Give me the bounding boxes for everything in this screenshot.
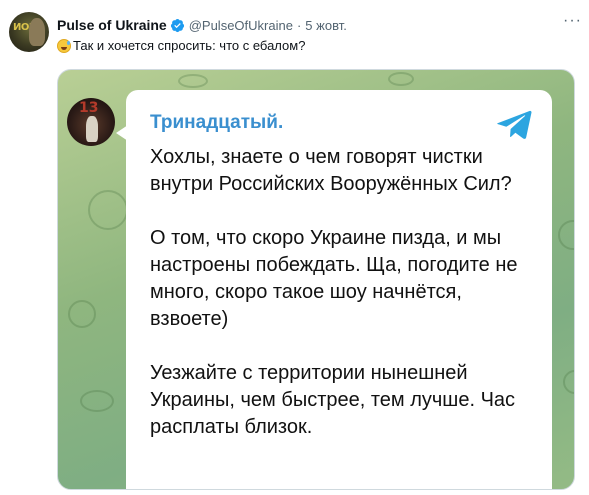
background-doodle — [178, 74, 208, 88]
message-paragraph: Хохлы, знаете о чем говорят чистки внутр… — [150, 146, 512, 195]
author-handle[interactable]: @PulseOfUkraine — [189, 18, 293, 33]
background-doodle — [563, 370, 574, 394]
tweet-media-image[interactable]: 13 Тринадцатый. Хохлы, знаете о чем гово… — [57, 69, 575, 490]
grinning-sweat-emoji — [57, 38, 71, 53]
author-avatar[interactable]: ИОЗ — [9, 12, 49, 52]
tweet-text-content: Так и хочется спросить: что с ебалом? — [73, 38, 306, 53]
verified-badge-icon — [170, 18, 184, 32]
background-doodle — [68, 300, 96, 328]
message-paragraph: Уезжайте с территории нынешней Украины, … — [150, 362, 516, 438]
background-doodle — [558, 220, 574, 250]
more-options-icon[interactable]: ··· — [563, 12, 582, 30]
background-doodle — [80, 390, 114, 412]
header-separator: · — [296, 17, 302, 33]
tweet-timestamp[interactable]: 5 жовт. — [305, 18, 347, 33]
message-text: Хохлы, знаете о чем говорят чистки внутр… — [150, 144, 530, 468]
telegram-logo-icon — [497, 110, 532, 139]
channel-avatar: 13 — [67, 98, 115, 146]
tweet-header: Pulse of Ukraine @PulseOfUkraine · 5 жов… — [57, 15, 347, 35]
telegram-message-bubble: Тринадцатый. Хохлы, знаете о чем говорят… — [126, 90, 552, 489]
tweet-text: Так и хочется спросить: что с ебалом? — [57, 38, 305, 53]
background-doodle — [88, 190, 128, 230]
message-paragraph: О том, что скоро Украине пизда, и мы нас… — [150, 227, 518, 330]
background-doodle — [388, 72, 414, 86]
author-display-name[interactable]: Pulse of Ukraine — [57, 17, 167, 33]
tweet[interactable]: ИОЗ Pulse of Ukraine @PulseOfUkraine · 5… — [0, 0, 589, 495]
channel-name: Тринадцатый. — [150, 112, 284, 133]
